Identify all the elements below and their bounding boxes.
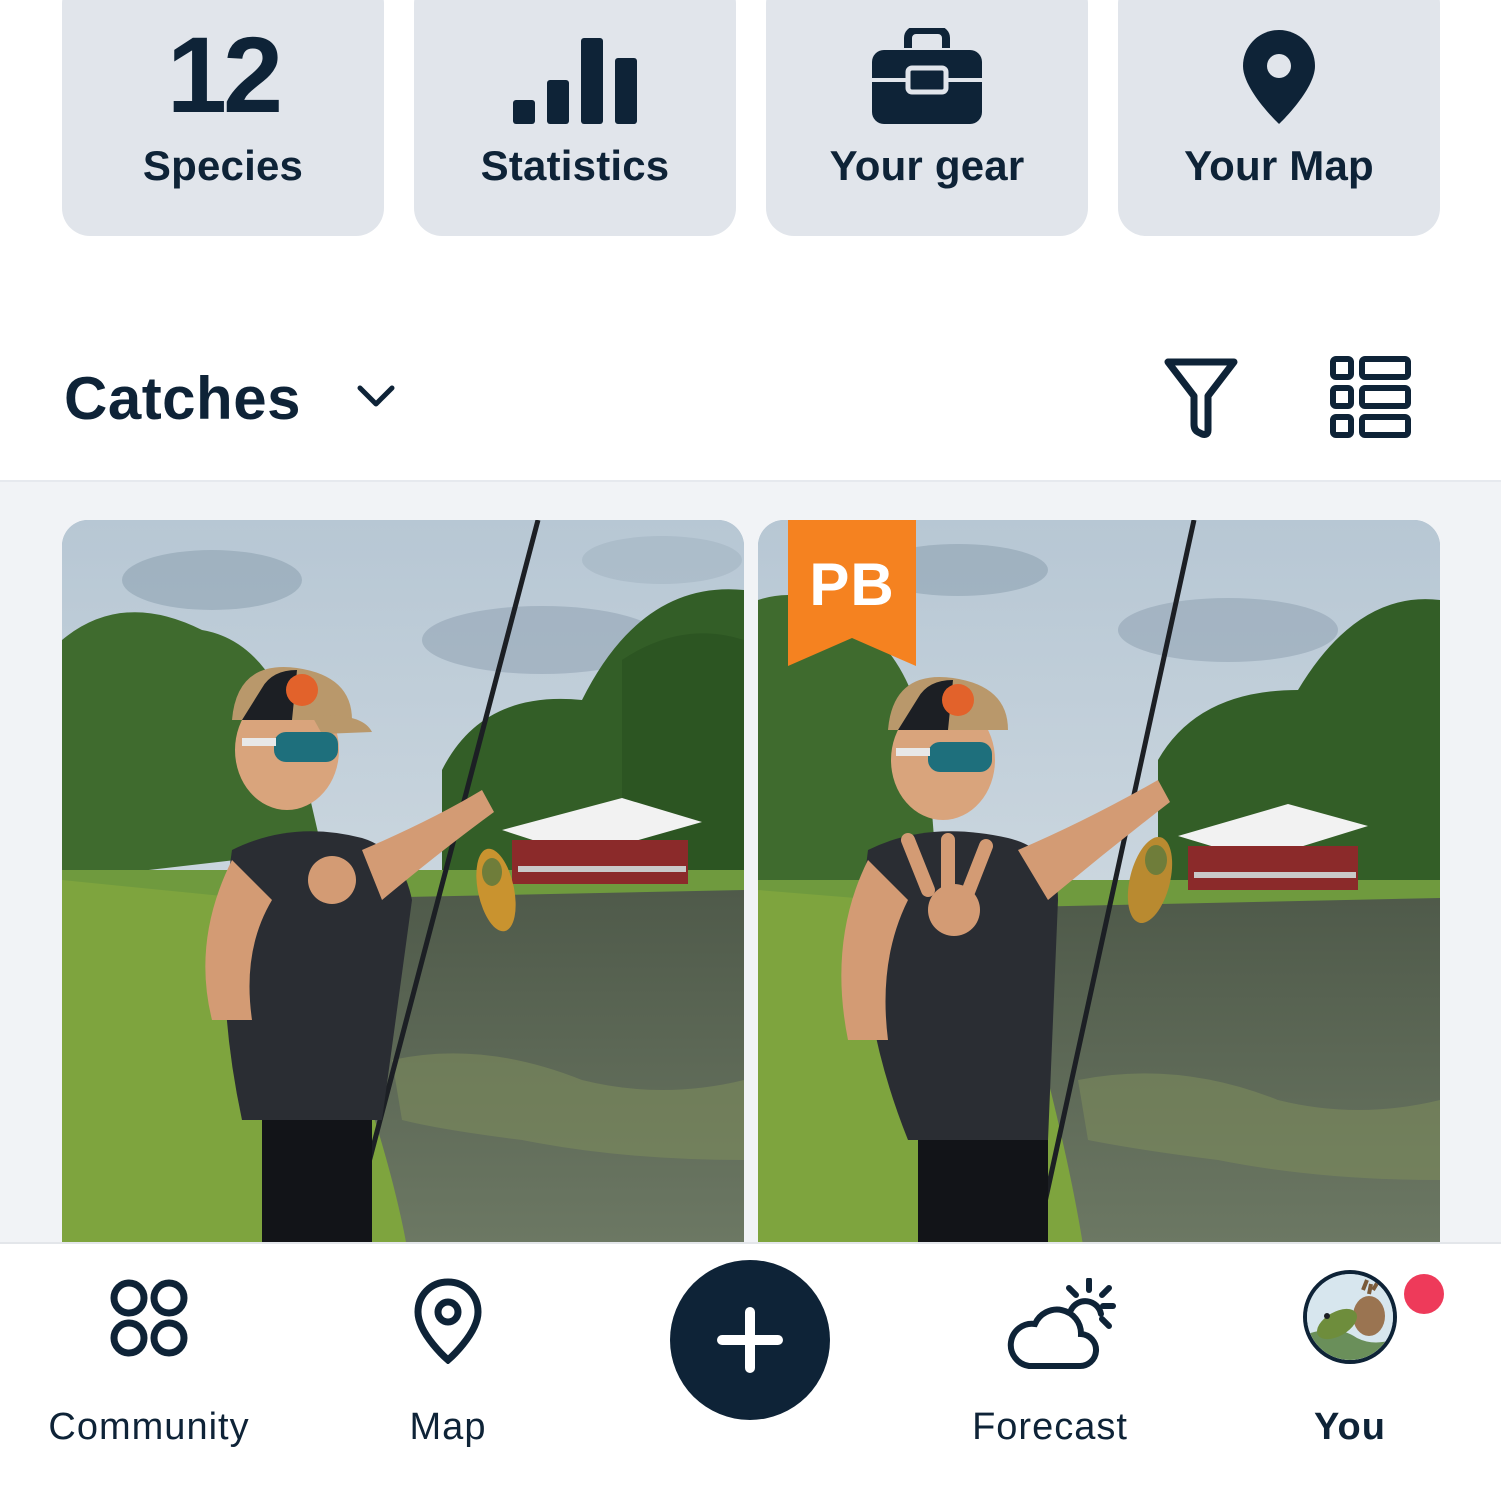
pb-badge-label: PB (809, 551, 895, 618)
catches-header: Catches (0, 340, 1501, 460)
notification-dot (1404, 1274, 1444, 1314)
nav-map[interactable]: Map (298, 1268, 598, 1468)
add-catch-button[interactable] (670, 1260, 830, 1420)
map-pin-outline-icon (414, 1278, 482, 1364)
catches-grid: PB (0, 482, 1501, 1242)
pb-badge: PB (788, 520, 916, 666)
gear-tile[interactable]: Your gear (766, 0, 1088, 236)
tackle-box-icon (872, 28, 982, 124)
species-label: Species (142, 142, 304, 189)
weather-cloud-sun-icon (1007, 1278, 1116, 1370)
plus-icon (717, 1307, 783, 1373)
chevron-down-icon[interactable] (356, 382, 396, 412)
filter-icon[interactable] (1162, 356, 1240, 438)
community-grid-icon (110, 1279, 188, 1357)
your-map-label: Your Map (1184, 142, 1374, 189)
nav-you-label: You (1314, 1406, 1386, 1448)
bottom-nav: Community Map Forecast You (0, 1242, 1501, 1501)
profile-tiles: 12 Species Statistics Your gear Your Map (62, 0, 1440, 236)
nav-forecast-label: Forecast (972, 1406, 1128, 1448)
catches-title[interactable]: Catches (64, 364, 301, 433)
gear-label: Your gear (829, 142, 1025, 189)
nav-you[interactable]: You (1200, 1268, 1500, 1468)
nav-forecast[interactable]: Forecast (900, 1268, 1200, 1468)
species-count: 12 (166, 14, 283, 135)
bar-chart-icon (513, 38, 637, 124)
catch-card-pb[interactable]: PB (758, 520, 1440, 1242)
map-pin-icon (1243, 30, 1315, 124)
catch-photo (62, 520, 744, 1242)
profile-screen: 12 Species Statistics Your gear Your Map… (0, 0, 1501, 1501)
species-tile[interactable]: 12 Species (62, 0, 384, 236)
nav-map-label: Map (409, 1406, 487, 1448)
catch-card[interactable] (62, 520, 744, 1242)
list-layout-icon[interactable] (1330, 356, 1412, 438)
nav-community-label: Community (48, 1406, 250, 1448)
statistics-label: Statistics (480, 142, 670, 189)
statistics-tile[interactable]: Statistics (414, 0, 736, 236)
nav-community[interactable]: Community (0, 1268, 299, 1468)
your-map-tile[interactable]: Your Map (1118, 0, 1440, 236)
